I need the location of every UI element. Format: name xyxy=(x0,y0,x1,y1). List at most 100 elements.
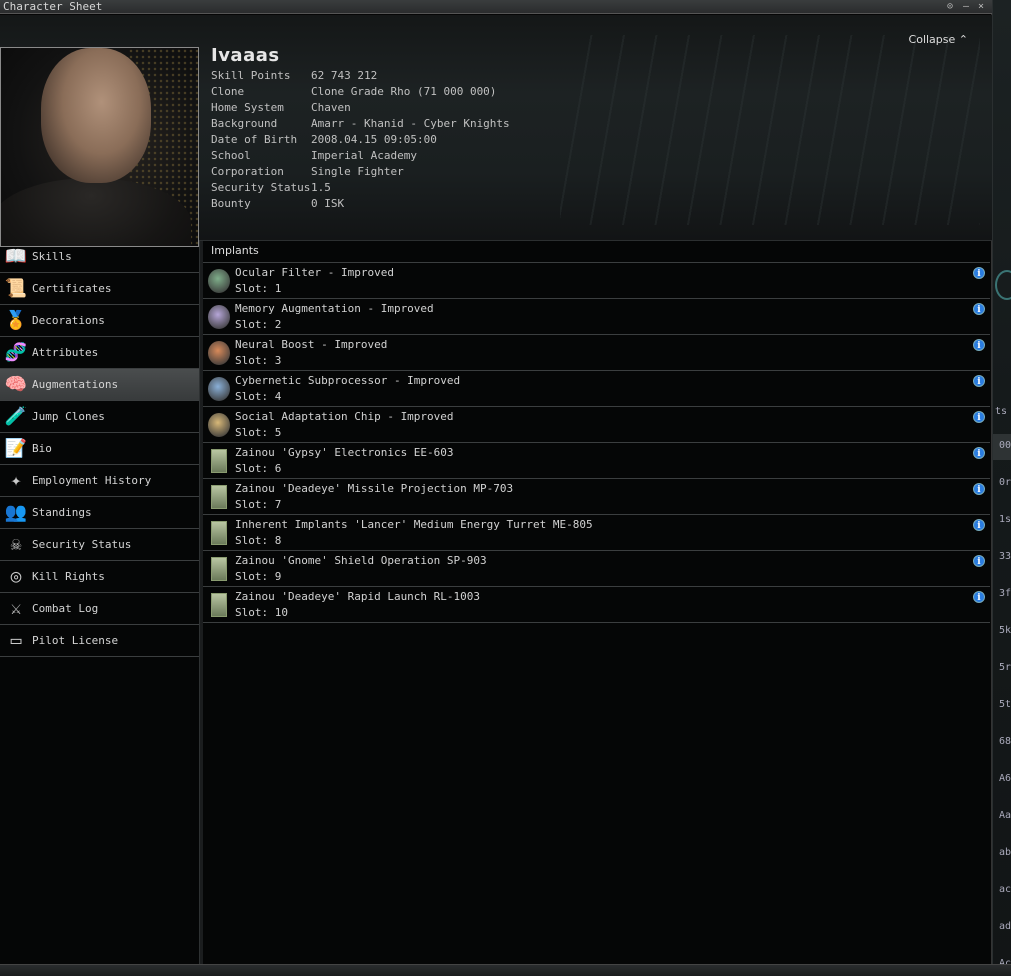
background-list-item: 0r xyxy=(999,477,1011,488)
implant-row[interactable]: Inherent Implants 'Lancer' Medium Energy… xyxy=(203,515,990,551)
info-icon[interactable]: i xyxy=(973,303,985,315)
info-value: Imperial Academy xyxy=(311,149,417,162)
implant-row[interactable]: Social Adaptation Chip - Improved Slot: 5… xyxy=(203,407,990,443)
header-background-art xyxy=(560,35,980,225)
implant-row[interactable]: Memory Augmentation - Improved Slot: 2 i xyxy=(203,299,990,335)
sidebar-item-jump-clones[interactable]: 🧪 Jump Clones xyxy=(0,401,199,433)
background-window: ts000r1s333f5k5r5t68A6AaabacadAc xyxy=(992,0,1011,976)
employment-history-icon: ✦ xyxy=(10,470,22,491)
sidebar-item-kill-rights[interactable]: ◎ Kill Rights xyxy=(0,561,199,593)
info-icon[interactable]: i xyxy=(973,375,985,387)
info-key: School xyxy=(211,149,251,162)
info-row: Clone Clone Grade Rho (71 000 000) xyxy=(211,84,510,100)
background-list-item: ad xyxy=(999,921,1011,932)
info-icon[interactable]: i xyxy=(973,411,985,423)
info-value: Chaven xyxy=(311,101,351,114)
info-icon[interactable]: i xyxy=(973,447,985,459)
memory-augmentation-head-icon xyxy=(207,303,231,331)
sidebar-item-combat-log[interactable]: ⚔ Combat Log xyxy=(0,593,199,625)
implant-slot: Slot: 4 xyxy=(235,390,282,403)
title-bar[interactable]: Character Sheet ⊙ – × n S xyxy=(0,0,1011,25)
sidebar-item-label: Security Status xyxy=(32,538,132,551)
info-key: Date of Birth xyxy=(211,133,298,146)
info-icon[interactable]: i xyxy=(973,267,985,279)
implant-name: Social Adaptation Chip - Improved xyxy=(235,410,454,423)
background-list-item: Aa xyxy=(999,810,1011,821)
sidebar-item-augmentations[interactable]: 🧠 Augmentations xyxy=(0,369,199,401)
implant-row[interactable]: Neural Boost - Improved Slot: 3 i xyxy=(203,335,990,371)
info-value: 0 ISK xyxy=(311,197,345,210)
ocular-filter-head-icon xyxy=(207,267,231,295)
implant-chip-icon xyxy=(207,519,231,547)
sidebar-item-security-status[interactable]: ☠ Security Status xyxy=(0,529,199,561)
combat-log-swords-icon: ⚔ xyxy=(10,598,22,619)
background-list-item: 5t xyxy=(999,699,1011,710)
implant-row[interactable]: Zainou 'Deadeye' Rapid Launch RL-1003 Slo… xyxy=(203,587,990,623)
character-portrait[interactable] xyxy=(0,47,199,247)
implant-name: Zainou 'Deadeye' Missile Projection MP-7… xyxy=(235,482,514,495)
info-row: Date of Birth 2008.04.15 09:05:00 xyxy=(211,132,510,148)
background-list-item: 00 xyxy=(999,440,1011,451)
info-icon[interactable]: i xyxy=(973,555,985,567)
info-key: Bounty xyxy=(211,197,251,210)
background-list-item: ac xyxy=(999,884,1011,895)
info-key: Clone xyxy=(211,85,245,98)
implant-slot: Slot: 1 xyxy=(235,282,282,295)
sidebar-item-attributes[interactable]: 🧬 Attributes xyxy=(0,337,199,369)
implant-name: Cybernetic Subprocessor - Improved xyxy=(235,374,461,387)
sidebar-item-label: Jump Clones xyxy=(32,410,105,423)
info-value: 62 743 212 xyxy=(311,69,378,82)
implant-row[interactable]: Zainou 'Deadeye' Missile Projection MP-7… xyxy=(203,479,990,515)
window-title: Character Sheet xyxy=(3,0,103,13)
implant-chip-icon xyxy=(207,447,231,475)
implant-slot: Slot: 8 xyxy=(235,534,282,547)
background-list-item: 3f xyxy=(999,588,1011,599)
sidebar-item-certificates[interactable]: 📜 Certificates xyxy=(0,273,199,305)
sidebar-item-standings[interactable]: 👥 Standings xyxy=(0,497,199,529)
info-icon[interactable]: i xyxy=(973,339,985,351)
background-ring-icon xyxy=(995,270,1011,300)
info-key: Security Status xyxy=(211,181,311,194)
close-icon[interactable]: × xyxy=(978,0,984,13)
info-row: Home System Chaven xyxy=(211,100,510,116)
info-value: 2008.04.15 09:05:00 xyxy=(311,133,437,146)
sidebar-item-label: Attributes xyxy=(32,346,99,359)
implant-name: Zainou 'Gypsy' Electronics EE-603 xyxy=(235,446,454,459)
implant-row[interactable]: Zainou 'Gnome' Shield Operation SP-903 Sl… xyxy=(203,551,990,587)
implant-row[interactable]: Cybernetic Subprocessor - Improved Slot: … xyxy=(203,371,990,407)
pin-icon[interactable]: ⊙ xyxy=(947,0,953,13)
sidebar-item-bio[interactable]: 📝 Bio xyxy=(0,433,199,465)
implant-chip-icon xyxy=(207,483,231,511)
background-list-item: 33 xyxy=(999,551,1011,562)
augmentations-icon: 🧠 xyxy=(4,374,28,395)
background-list-item: 1s xyxy=(999,514,1011,525)
implant-row[interactable]: Ocular Filter - Improved Slot: 1 i xyxy=(203,263,990,299)
bio-icon: 📝 xyxy=(4,438,28,459)
info-icon[interactable]: i xyxy=(973,519,985,531)
implant-slot: Slot: 6 xyxy=(235,462,282,475)
social-adaptation-head-icon xyxy=(207,411,231,439)
background-list-item: 5k xyxy=(999,625,1011,636)
sidebar-item-decorations[interactable]: 🏅 Decorations xyxy=(0,305,199,337)
info-icon[interactable]: i xyxy=(973,483,985,495)
sidebar-item-employment-history[interactable]: ✦ Employment History xyxy=(0,465,199,497)
implant-slot: Slot: 3 xyxy=(235,354,282,367)
implant-name: Zainou 'Gnome' Shield Operation SP-903 xyxy=(235,554,487,567)
sidebar-item-skills[interactable]: 📖 Skills xyxy=(0,241,199,273)
sidebar-item-label: Combat Log xyxy=(32,602,99,615)
implants-panel: Implants Ocular Filter - Improved Slot: 1… xyxy=(203,242,990,964)
pilot-license-icon: ▭ xyxy=(10,630,22,651)
implant-row[interactable]: Zainou 'Gypsy' Electronics EE-603 Slot: 6… xyxy=(203,443,990,479)
info-icon[interactable]: i xyxy=(973,591,985,603)
sidebar-item-pilot-license[interactable]: ▭ Pilot License xyxy=(0,625,199,657)
collapse-button[interactable]: Collapse ⌃ xyxy=(909,33,968,46)
minimize-icon[interactable]: – xyxy=(963,0,969,13)
sidebar-item-label: Certificates xyxy=(32,282,112,295)
collapse-label: Collapse xyxy=(908,33,956,46)
info-row: School Imperial Academy xyxy=(211,148,510,164)
implant-name: Memory Augmentation - Improved xyxy=(235,302,434,315)
info-key: Corporation xyxy=(211,165,284,178)
sidebar-item-label: Skills xyxy=(32,250,72,263)
implant-chip-icon xyxy=(207,591,231,619)
character-sheet-window: Ivaaas Skill Points 62 743 212 Clone Clone … xyxy=(0,0,992,964)
